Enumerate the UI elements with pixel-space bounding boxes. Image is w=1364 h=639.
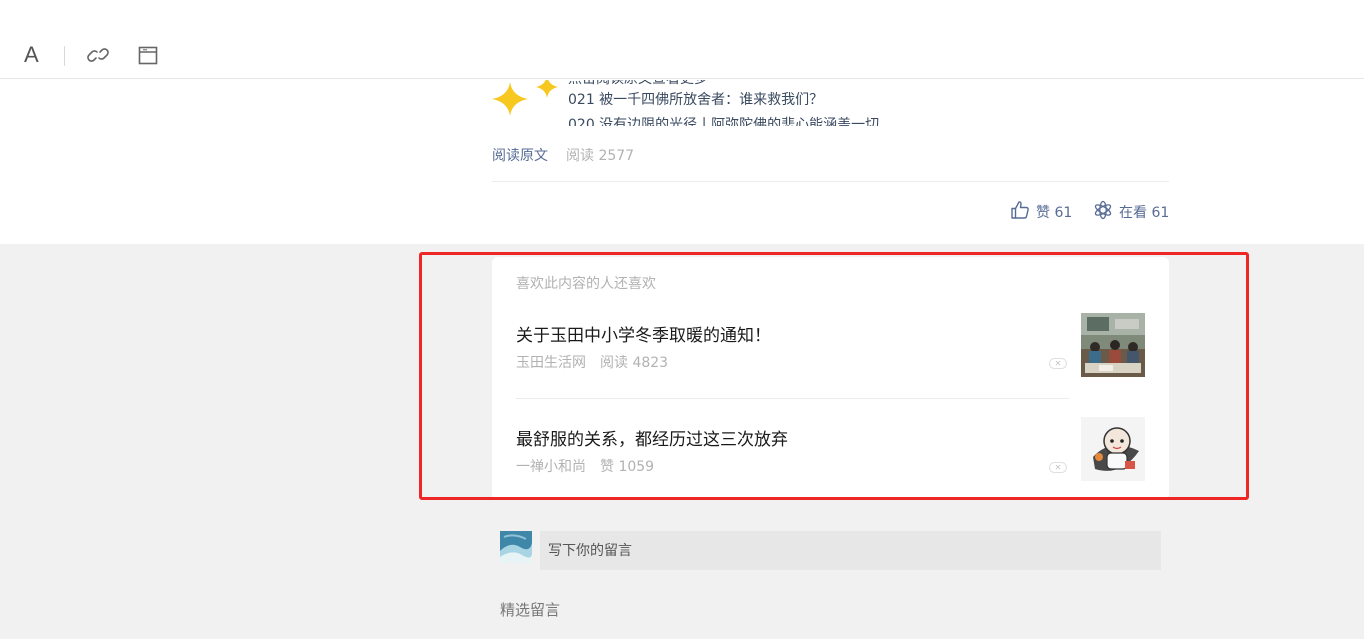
divider — [492, 181, 1169, 182]
top-toolbar: A — [0, 0, 1364, 79]
watching-label: 在看 61 — [1119, 205, 1170, 221]
window-icon[interactable] — [138, 46, 158, 69]
article-link-line[interactable]: 021 被一千四佛所放舍者：谁来救我们？ — [568, 89, 823, 109]
like-label: 赞 61 — [1036, 205, 1073, 221]
read-original-link[interactable]: 阅读原文 — [492, 148, 548, 164]
article-link-line[interactable]: 点击阅读原文查看更多 — [568, 80, 708, 88]
article-link-list: 点击阅读原文查看更多 021 被一千四佛所放舍者：谁来救我们？ 020 没有边限… — [560, 80, 960, 126]
thumbs-up-icon — [1010, 200, 1030, 224]
watching-button[interactable]: 在看 61 — [1093, 200, 1169, 224]
toolbar-divider — [64, 46, 65, 66]
read-count: 阅读 2577 — [566, 148, 635, 164]
article-link-line[interactable]: 020 没有边限的光径丨阿弥陀佛的悲心能涵盖一切 — [568, 114, 879, 126]
link-icon[interactable] — [86, 45, 110, 69]
featured-comments-label: 精选留言 — [500, 601, 561, 619]
sparkle-small-icon — [536, 80, 558, 102]
read-stats-row: 阅读原文 阅读 2577 — [492, 146, 634, 166]
watching-icon — [1093, 200, 1113, 224]
font-size-icon[interactable]: A — [24, 42, 39, 68]
sparkle-icon — [492, 82, 528, 120]
article-footer: 点击阅读原文查看更多 021 被一千四佛所放舍者：谁来救我们？ 020 没有边限… — [0, 80, 1364, 244]
like-button[interactable]: 赞 61 — [1010, 200, 1072, 224]
avatar[interactable] — [500, 531, 532, 563]
comment-input[interactable] — [540, 531, 1161, 570]
highlight-box — [419, 252, 1249, 500]
